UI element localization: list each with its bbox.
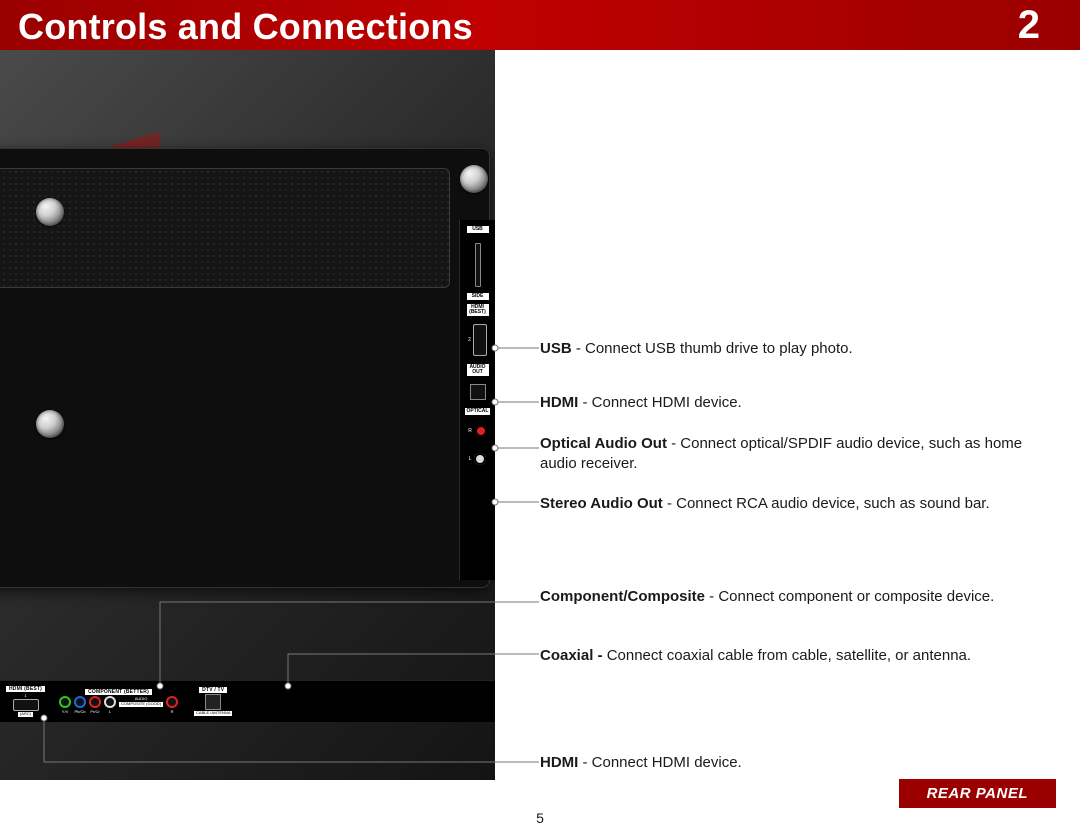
optical-desc-bold: Optical Audio Out xyxy=(540,435,667,452)
mount-screw-icon xyxy=(36,410,64,438)
dtv-group: DTV / TV CABLE /ANTENNA xyxy=(194,687,232,716)
audio-l-label: L xyxy=(109,709,111,714)
hdmi-best-title: HDMI (BEST) xyxy=(6,686,45,692)
dtv-title: DTV / TV xyxy=(199,687,227,693)
component-description: Component/Composite - Connect component … xyxy=(540,587,1060,607)
side-label: SIDE xyxy=(467,293,489,300)
pbcb-label: Pb/Cb xyxy=(74,709,85,714)
usb-port-icon xyxy=(475,243,481,287)
prcr-port-icon xyxy=(89,696,101,708)
optical-description: Optical Audio Out - Connect optical/SPDI… xyxy=(540,434,1060,473)
hdmi-bottom-desc-bold: HDMI xyxy=(540,754,578,771)
coax-desc-bold: Coaxial - xyxy=(540,647,607,664)
usb-port-label: USB xyxy=(467,226,489,233)
rca-red-port-icon xyxy=(475,425,487,437)
rca-r-label: R xyxy=(468,429,472,434)
component-title: COMPONENT (BETTER) xyxy=(85,689,152,695)
audio-r-port-icon xyxy=(166,696,178,708)
mount-screw-icon xyxy=(36,198,64,226)
stereo-description: Stereo Audio Out - Connect RCA audio dev… xyxy=(540,494,1060,514)
audio-out-text: OUT xyxy=(472,369,483,375)
hdmi-bottom-desc-text: - Connect HDMI device. xyxy=(578,754,741,771)
audio-r-label: R xyxy=(171,709,174,714)
chapter-number: 2 xyxy=(1018,3,1040,48)
usb-description: USB - Connect USB thumb drive to play ph… xyxy=(540,339,1060,359)
hdmi-side-desc-bold: HDMI xyxy=(540,394,578,411)
pbcb-port-icon xyxy=(74,696,86,708)
hdmi-2-number: 2 xyxy=(468,338,471,343)
audio-out-label: AUDIO OUT xyxy=(467,364,489,376)
hdmi-port-label: HDMI (BEST) xyxy=(467,304,489,316)
main-content: USB SIDE HDMI (BEST) 2 AUDIO OUT OPTICAL… xyxy=(0,50,1080,834)
hdmi-side-desc-text: - Connect HDMI device. xyxy=(578,394,741,411)
bottom-port-panel: HDMI (BEST) 1 (ARC) COMPONENT (BETTER) Y… xyxy=(0,680,495,722)
hdmi-port-icon xyxy=(473,324,487,356)
tv-rear-illustration: USB SIDE HDMI (BEST) 2 AUDIO OUT OPTICAL… xyxy=(0,50,495,780)
rear-panel-tag: REAR PANEL xyxy=(899,779,1056,808)
audio-l-port-icon xyxy=(104,696,116,708)
rca-l-label: L xyxy=(469,457,472,462)
usb-desc-text: - Connect USB thumb drive to play photo. xyxy=(572,340,853,357)
hdmi-1-number: 1 xyxy=(24,693,26,698)
component-desc-bold: Component/Composite xyxy=(540,588,705,605)
hdmi-1-group: HDMI (BEST) 1 (ARC) xyxy=(6,686,45,717)
hdmi-arc-label: (ARC) xyxy=(18,712,33,717)
component-group: COMPONENT (BETTER) Y/V Pb/Cb Pr/Cr L AUD… xyxy=(59,689,178,714)
hdmi-bottom-description: HDMI - Connect HDMI device. xyxy=(540,753,1060,773)
optical-port-icon xyxy=(470,384,486,400)
yv-label: Y/V xyxy=(62,709,68,714)
hdmi-1-port-icon xyxy=(13,699,39,711)
optical-label: OPTICAL xyxy=(465,408,491,415)
tv-texture-panel xyxy=(0,168,450,288)
coax-description: Coaxial - Connect coaxial cable from cab… xyxy=(540,646,1060,666)
cable-antenna-label: CABLE /ANTENNA xyxy=(194,711,232,716)
side-port-panel: USB SIDE HDMI (BEST) 2 AUDIO OUT OPTICAL… xyxy=(459,220,495,580)
chapter-title: Controls and Connections xyxy=(18,6,473,48)
rca-white-port-icon xyxy=(474,453,486,465)
chapter-header: Controls and Connections 2 xyxy=(0,0,1080,50)
usb-desc-bold: USB xyxy=(540,340,572,357)
hdmi-best-text: (BEST) xyxy=(469,309,486,315)
hdmi-side-description: HDMI - Connect HDMI device. xyxy=(540,393,1060,413)
composite-title: COMPOSITE (GOOD) xyxy=(119,702,163,707)
yv-port-icon xyxy=(59,696,71,708)
coax-port-icon xyxy=(205,694,221,710)
coax-desc-text: Connect coaxial cable from cable, satell… xyxy=(607,647,971,664)
stereo-desc-text: - Connect RCA audio device, such as soun… xyxy=(663,495,990,512)
prcr-label: Pr/Cr xyxy=(90,709,99,714)
component-desc-text: - Connect component or composite device. xyxy=(705,588,994,605)
stereo-desc-bold: Stereo Audio Out xyxy=(540,495,663,512)
mount-screw-icon xyxy=(460,165,488,193)
page-number: 5 xyxy=(536,810,544,826)
